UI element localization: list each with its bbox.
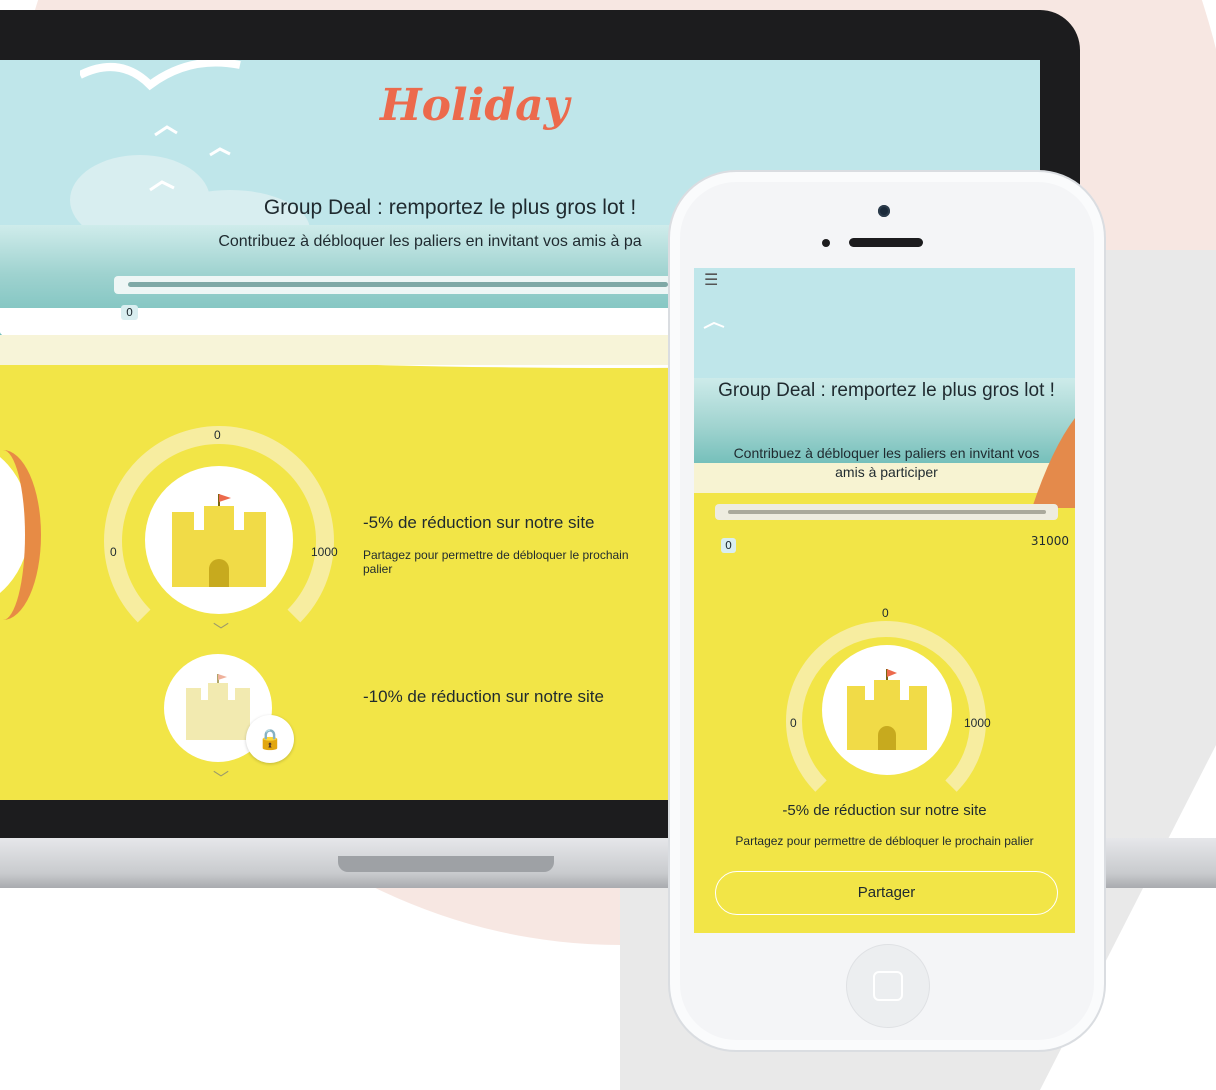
castle-icon (172, 494, 266, 587)
seagull-icon (703, 321, 725, 329)
seagulls-icon (80, 60, 241, 192)
progress-track (728, 510, 1046, 514)
tier-1-max: 1000 (311, 545, 338, 559)
castle-icon (847, 669, 927, 750)
beach-ball-stripe (0, 450, 41, 620)
progress-max-label: 31000 (1030, 534, 1069, 548)
global-progress-bar (114, 276, 674, 294)
progress-min-label: 0 (721, 538, 736, 553)
global-progress-bar (715, 504, 1058, 520)
holiday-logo: Holiday (380, 80, 570, 131)
lock-icon: 🔒 (246, 715, 294, 763)
page-title: Group Deal : remportez le plus gros lot … (718, 380, 1055, 401)
chevron-down-icon: ﹀ (213, 621, 230, 640)
phone-camera (878, 205, 890, 217)
tier-1-min: 0 (110, 545, 117, 559)
tier-1-hint: Partagez pour permettre de débloquer le … (363, 548, 629, 576)
phone-screen: ☰ Group Deal : remportez le plus gros lo… (694, 268, 1075, 943)
share-button[interactable]: Partager (715, 871, 1058, 915)
tier-max: 1000 (964, 716, 991, 730)
tier-reward: -5% de réduction sur notre site (782, 802, 987, 819)
menu-icon[interactable]: ☰ (704, 270, 718, 289)
chevron-down-icon: ﹀ (213, 769, 230, 788)
screen-bottom (694, 933, 1075, 943)
page-subtitle: Contribuez à débloquer les paliers en in… (733, 445, 1040, 480)
laptop-notch (338, 856, 554, 872)
castle-icon (186, 674, 250, 740)
tier-hint: Partagez pour permettre de débloquer le … (735, 834, 1034, 848)
tier-2-reward: -10% de réduction sur notre site (363, 687, 604, 706)
page-title: Group Deal : remportez le plus gros lot … (263, 196, 637, 219)
home-button-icon (873, 971, 903, 1001)
page-subtitle: Contribuez à débloquer les paliers en in… (218, 233, 642, 250)
progress-track (128, 282, 668, 287)
tier-current: 0 (882, 606, 889, 620)
tier-min: 0 (790, 716, 797, 730)
phone-speaker (849, 238, 923, 247)
tier-1-reward: -5% de réduction sur notre site (363, 513, 595, 532)
progress-min-label: 0 (121, 305, 138, 320)
tier-1-current: 0 (214, 428, 221, 442)
phone-sensor (822, 239, 830, 247)
